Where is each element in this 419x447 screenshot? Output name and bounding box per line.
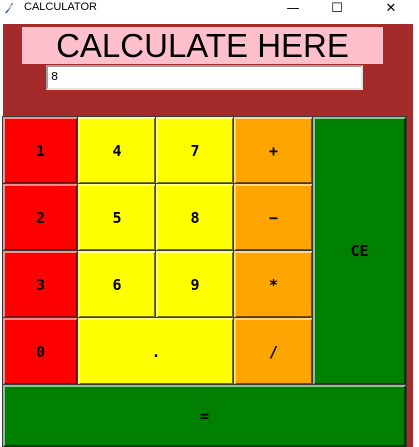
key-6[interactable]: 6 — [77, 250, 157, 319]
key-multiply[interactable]: * — [233, 250, 314, 319]
key-8[interactable]: 8 — [155, 183, 235, 252]
title-bar[interactable]: CALCULATOR — ☐ ✕ — [0, 0, 419, 17]
key-7[interactable]: 7 — [155, 116, 235, 185]
equals-button[interactable]: = — [2, 384, 407, 447]
maximize-button[interactable]: ☐ — [314, 0, 360, 17]
key-divide[interactable]: / — [233, 317, 314, 386]
page-title: CALCULATE HERE — [22, 27, 383, 64]
window-title: CALCULATOR — [24, 1, 97, 13]
minimize-button[interactable]: — — [270, 0, 316, 17]
key-3[interactable]: 3 — [2, 250, 79, 319]
calculator-body: CALCULATE HERE 8 1 2 3 0 4 5 6 7 8 9 . +… — [2, 24, 413, 447]
key-minus[interactable]: − — [233, 183, 314, 252]
key-1[interactable]: 1 — [2, 116, 79, 185]
key-0[interactable]: 0 — [2, 317, 79, 386]
key-4[interactable]: 4 — [77, 116, 157, 185]
key-9[interactable]: 9 — [155, 250, 235, 319]
key-2[interactable]: 2 — [2, 183, 79, 252]
key-5[interactable]: 5 — [77, 183, 157, 252]
clear-button[interactable]: CE — [312, 116, 407, 386]
close-button[interactable]: ✕ — [368, 0, 414, 17]
key-plus[interactable]: + — [233, 116, 314, 185]
display-field[interactable]: 8 — [46, 65, 363, 90]
feather-icon — [5, 3, 13, 13]
key-decimal[interactable]: . — [77, 317, 235, 386]
